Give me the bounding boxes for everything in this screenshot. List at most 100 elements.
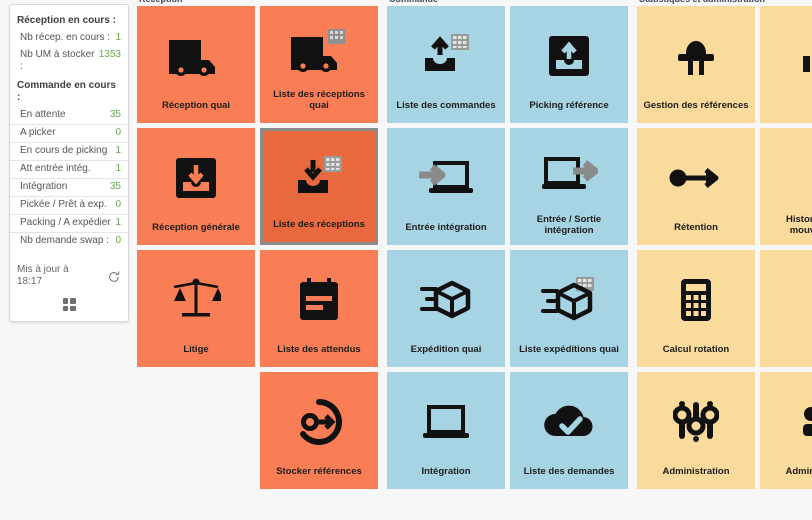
tile-label: Liste des réceptions quai: [273, 89, 365, 111]
tile-liste-receptions-quai[interactable]: Liste des réceptions quai: [260, 6, 378, 123]
plug-icon: [637, 6, 755, 100]
tile-retention[interactable]: Rétention: [637, 128, 755, 245]
laptop-icon: [387, 372, 505, 466]
tile-administration[interactable]: Administration: [637, 372, 755, 489]
truck-list-icon: [260, 6, 378, 89]
kpi-label: Packing / A expédier: [20, 217, 111, 228]
kpi-row: Nb récep. en cours : 1: [10, 30, 128, 47]
kpi-row-packing-a-expedier[interactable]: Packing / A expédier 1: [10, 214, 128, 232]
kpi-row-pickee-pret-exp[interactable]: Pickée / Prêt à exp. 0: [10, 196, 128, 214]
inbox-down-icon: [137, 128, 255, 222]
package-ship-icon: [387, 250, 505, 344]
calculator-icon: [637, 250, 755, 344]
arrow-circle-icon: [260, 372, 378, 466]
tile-reception-quai[interactable]: Réception quai: [137, 6, 255, 123]
history-icon: [760, 128, 812, 214]
dashboard-grid-button[interactable]: [10, 290, 128, 317]
kpi-value: 1: [115, 217, 121, 228]
tile-label: Historique des mouvements: [786, 214, 812, 236]
package-ship-list-icon: [510, 250, 628, 344]
tile-litige[interactable]: Litige: [137, 250, 255, 367]
tile-gestion-references[interactable]: Gestion des références: [637, 6, 755, 123]
kpi-row-en-cours-picking[interactable]: En cours de picking 1: [10, 142, 128, 160]
tile-label: Liste des demandes: [523, 466, 615, 477]
tile-entree-integration[interactable]: Entrée intégration: [387, 128, 505, 245]
admin-icon: [760, 372, 812, 466]
tile-grid-reception: Réception quai Liste des réceptions quai…: [137, 6, 378, 489]
kpi-row-en-attente[interactable]: En attente 35: [10, 107, 128, 124]
chart-icon: [760, 6, 812, 100]
tile-liste-demandes[interactable]: Liste des demandes: [510, 372, 628, 489]
empty-slot: [137, 372, 255, 477]
kpi-value: 1: [115, 32, 121, 43]
tile-entree-sortie-integration[interactable]: Entrée / Sortie intégration: [510, 128, 628, 245]
tile-liste-expeditions-quai[interactable]: Liste expéditions quai: [510, 250, 628, 367]
box-up-icon: [510, 6, 628, 100]
kpi-row-att-entree-integ[interactable]: Att entrée intég. 1: [10, 160, 128, 178]
tile-label: Entrée / Sortie intégration: [536, 214, 602, 236]
group-title-stats: Statistiques et administration: [639, 0, 765, 4]
tile-label: Gestion des références: [643, 100, 749, 111]
tile-liste-commandes[interactable]: Liste des commandes: [387, 6, 505, 123]
tile-label: Entrée intégration: [405, 222, 487, 233]
tile-label: S: [760, 100, 812, 123]
kpi-label: Pickée / Prêt à exp.: [20, 199, 107, 210]
kpi-label: Nb récep. en cours :: [20, 32, 111, 43]
kpi-row: Nb UM à stocker : 1353: [10, 47, 128, 76]
tile-label: Litige: [183, 344, 209, 355]
kpi-value: 0: [115, 199, 121, 210]
tile-stats-clipped-1[interactable]: S: [760, 6, 812, 123]
kpi-value: 35: [109, 181, 121, 192]
group-title-reception: Réception: [139, 0, 183, 4]
scales-icon: [137, 250, 255, 344]
tile-label: Liste des commandes: [396, 100, 496, 111]
tile-stocker-references[interactable]: Stocker références: [260, 372, 378, 489]
dashboard-grid-icon: [62, 298, 76, 311]
tile-placeholder: [137, 372, 255, 489]
tile-label: Stocker références: [276, 466, 362, 477]
tile-reception-generale[interactable]: Réception générale: [137, 128, 255, 245]
group-reception: Réception Réception quai: [137, 0, 378, 520]
truck-icon: [137, 6, 255, 100]
tile-stats-clipped-2[interactable]: [760, 250, 812, 367]
tile-label: Rétention: [674, 222, 718, 233]
inbox-down-list-icon: [263, 131, 375, 219]
tile-label: Intégration: [421, 466, 471, 477]
inbox-up-list-icon: [387, 6, 505, 100]
section-title-commande: Commande en cours :: [17, 80, 116, 103]
kpi-value: 1353: [98, 49, 121, 60]
tile-expedition-quai[interactable]: Expédition quai: [387, 250, 505, 367]
kpi-row-integration[interactable]: Intégration 35: [10, 178, 128, 196]
cloud-check-icon: [510, 372, 628, 466]
tile-grid-stats: Gestion des références S: [637, 6, 812, 489]
tile-historique-mouvements[interactable]: Historique des mouvements: [760, 128, 812, 245]
dashboard-root: Réception en cours : Nb récep. en cours …: [0, 0, 812, 520]
tile-integration[interactable]: Intégration: [387, 372, 505, 489]
arrow-dot-icon: [637, 128, 755, 222]
tile-label: Liste expéditions quai: [519, 344, 619, 355]
tile-label: Liste des réceptions: [273, 219, 365, 230]
tile-label: Picking référence: [529, 100, 609, 111]
kpi-label: Att entrée intég.: [20, 163, 91, 174]
kpi-label: A picker: [20, 127, 56, 138]
kpi-label: Nb UM à stocker :: [20, 49, 95, 72]
kpi-label: Nb demande swap :: [20, 235, 109, 246]
tile-label: [137, 477, 255, 489]
tile-calcul-rotation[interactable]: Calcul rotation: [637, 250, 755, 367]
tile-liste-attendus[interactable]: Liste des attendus: [260, 250, 378, 367]
kpi-value: 1: [115, 145, 121, 156]
tile-administration-clipped[interactable]: Administration: [760, 372, 812, 489]
tile-liste-receptions[interactable]: Liste des réceptions: [260, 128, 378, 245]
tile-picking-reference[interactable]: Picking référence: [510, 6, 628, 123]
sliders-icon: [637, 372, 755, 466]
refresh-icon[interactable]: [107, 270, 121, 284]
group-statistiques-administration: Statistiques et administration Gestion d…: [637, 0, 812, 520]
tile-label: Réception générale: [152, 222, 240, 233]
kpi-value: 35: [109, 109, 121, 120]
kpi-value: 1: [115, 163, 121, 174]
kpi-row-a-picker[interactable]: A picker 0: [10, 124, 128, 142]
section-title-reception: Réception en cours :: [17, 15, 116, 26]
kpi-row-nb-demande-swap[interactable]: Nb demande swap : 0: [10, 232, 128, 250]
document-icon: [760, 250, 812, 355]
tile-label: [760, 355, 812, 367]
